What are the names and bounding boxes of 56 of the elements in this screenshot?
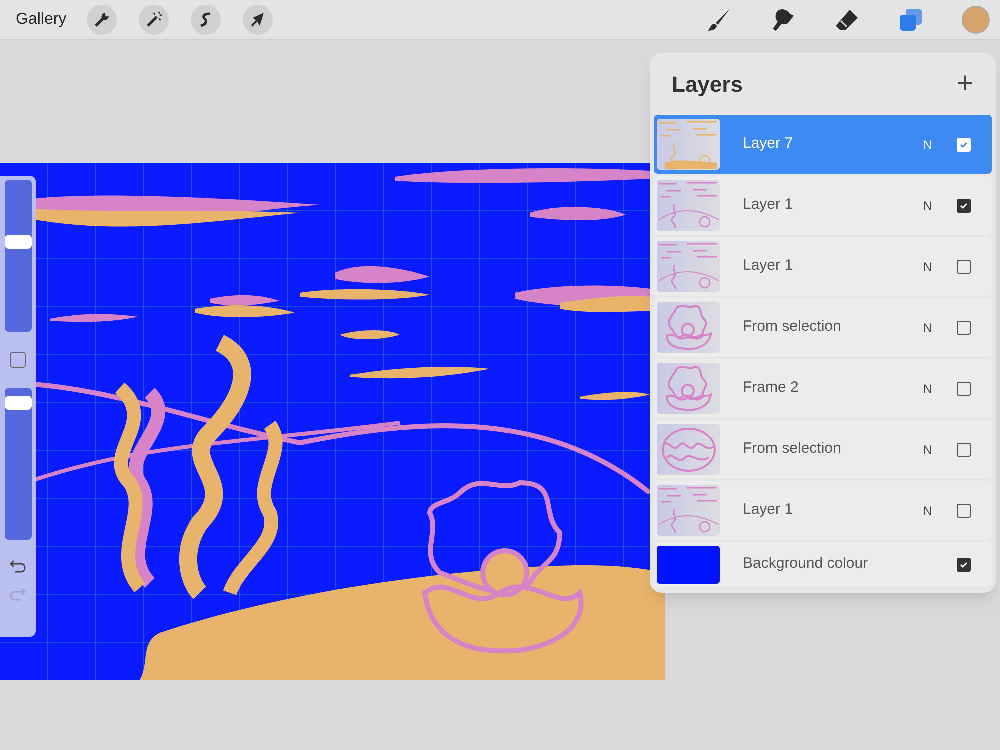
s-curve-icon[interactable] — [190, 4, 221, 34]
opacity-slider[interactable] — [4, 388, 32, 540]
layer-name: Layer 1 — [743, 195, 794, 216]
layer-row[interactable]: Frame 2 N — [654, 359, 992, 418]
layer-row[interactable]: Layer 1 N — [654, 176, 992, 235]
visibility-checkbox[interactable] — [957, 260, 971, 274]
layer-thumbnail — [657, 363, 720, 414]
checkmark-icon — [959, 200, 969, 210]
layer-thumbnail — [657, 485, 720, 536]
layer-row[interactable]: Background colour — [654, 542, 992, 587]
wrench-icon[interactable] — [86, 4, 117, 34]
layer-thumbnail — [657, 119, 720, 170]
layers-icon[interactable] — [898, 6, 924, 32]
visibility-checkbox[interactable] — [957, 320, 971, 334]
layer-row[interactable]: From selection N — [654, 298, 992, 357]
layer-thumbnail — [657, 302, 720, 353]
blend-mode-label[interactable]: N — [923, 318, 932, 336]
visibility-checkbox[interactable] — [957, 558, 971, 572]
layer-thumbnail — [657, 180, 720, 231]
blend-mode-label[interactable]: N — [923, 258, 932, 276]
layer-row[interactable]: Layer 1 N — [654, 237, 992, 296]
gallery-link[interactable]: Gallery — [16, 8, 67, 32]
brush-size-slider[interactable] — [4, 180, 32, 332]
visibility-checkbox[interactable] — [957, 138, 971, 152]
magic-wand-icon[interactable] — [138, 4, 169, 34]
slider-thumb[interactable] — [4, 235, 32, 250]
panel-title: Layers — [672, 70, 743, 99]
layer-row[interactable]: From selection N — [654, 420, 992, 479]
layer-thumbnail — [657, 424, 720, 475]
blend-mode-label[interactable]: N — [923, 196, 932, 214]
modify-square-button[interactable] — [10, 352, 26, 368]
visibility-checkbox[interactable] — [957, 442, 971, 456]
layer-name: Layer 1 — [743, 500, 794, 520]
background-color-swatch — [657, 546, 720, 584]
layer-name: From selection — [743, 317, 842, 338]
layer-name: From selection — [743, 439, 842, 460]
layer-row[interactable]: Layer 1 N — [654, 481, 992, 540]
arrow-cursor-icon[interactable] — [242, 4, 273, 34]
blend-mode-label[interactable]: N — [923, 380, 932, 398]
checkmark-icon — [959, 140, 969, 150]
slider-thumb[interactable] — [4, 396, 32, 410]
checkmark-icon — [959, 560, 969, 570]
layer-name: Layer 1 — [743, 256, 794, 276]
layer-name: Frame 2 — [743, 378, 799, 398]
smudge-icon[interactable] — [770, 6, 796, 32]
visibility-checkbox[interactable] — [957, 382, 971, 396]
current-color-swatch[interactable] — [962, 6, 990, 34]
blend-mode-label[interactable]: N — [923, 502, 932, 520]
blend-mode-label[interactable]: N — [923, 440, 932, 458]
visibility-checkbox[interactable] — [957, 504, 971, 518]
layer-thumbnail — [657, 241, 720, 292]
undo-icon[interactable] — [9, 558, 27, 574]
add-layer-button[interactable]: + — [956, 69, 974, 99]
visibility-checkbox[interactable] — [957, 198, 971, 212]
layer-name: Layer 7 — [743, 134, 794, 154]
layer-name: Background colour — [743, 554, 868, 574]
